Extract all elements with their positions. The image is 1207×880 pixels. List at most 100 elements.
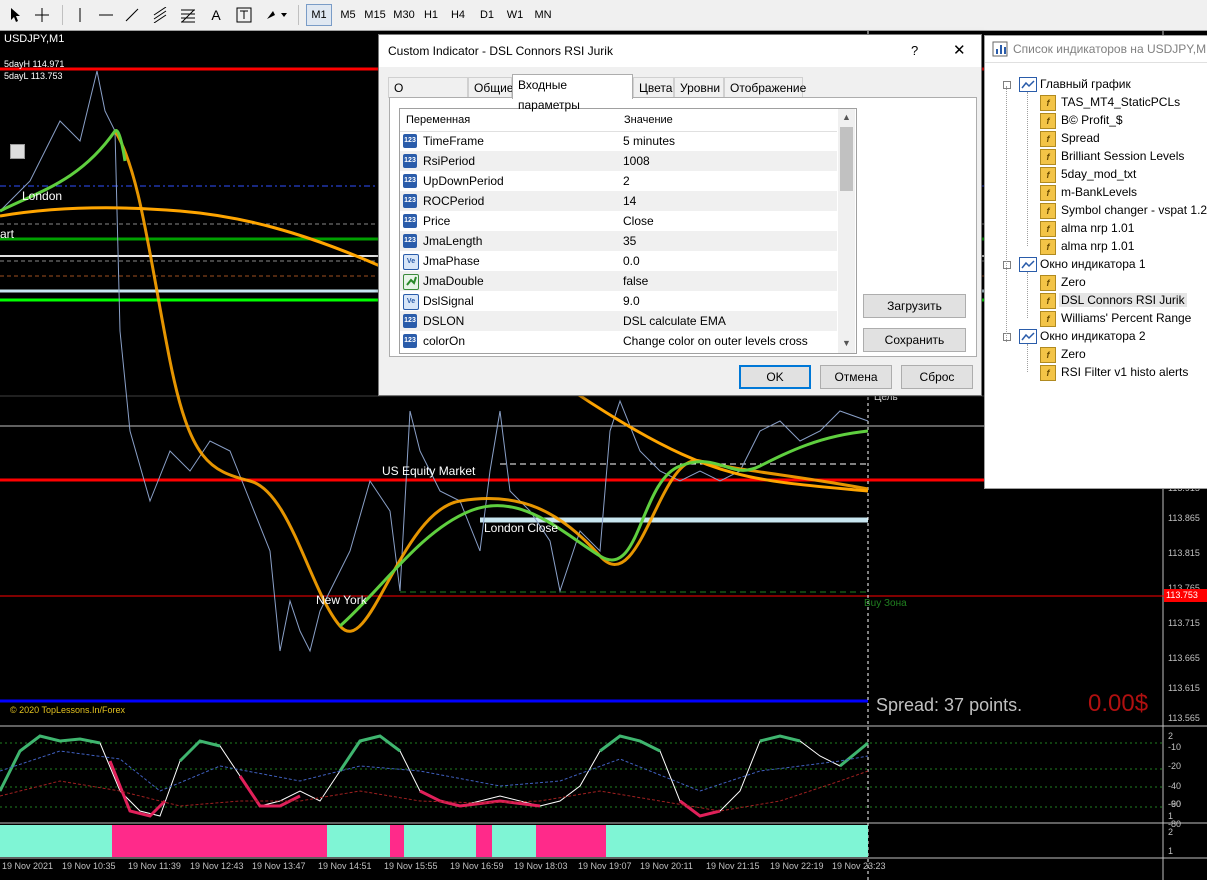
rsi-level-label: -10 [1168, 742, 1182, 752]
indicator-item[interactable]: Spread [1061, 131, 1100, 145]
timeframe-w1-button[interactable]: W1 [504, 5, 526, 25]
close-icon[interactable]: ✕ [953, 41, 966, 59]
param-row[interactable]: 123 ROCPeriod 14 [400, 191, 837, 212]
param-value[interactable]: 5 minutes [623, 134, 675, 148]
time-axis-label: 19 Nov 13:47 [252, 861, 306, 871]
indicator-item[interactable]: Zero [1061, 347, 1086, 361]
grid-scrollbar[interactable]: ▲ ▼ [838, 109, 855, 353]
param-row[interactable]: 123 DSLON DSL calculate EMA [400, 311, 837, 332]
tree-collapse-icon[interactable] [1003, 261, 1011, 269]
custom-indicator-icon: f [1040, 311, 1056, 327]
param-value[interactable]: 14 [623, 194, 636, 208]
time-axis-label: 19 Nov 10:35 [62, 861, 116, 871]
arrows-dropdown-icon[interactable] [262, 3, 292, 27]
timeframe-mn-button[interactable]: MN [531, 5, 555, 25]
fibonacci-icon[interactable] [176, 3, 200, 27]
indicator-group-label[interactable]: Окно индикатора 1 [1040, 257, 1146, 271]
scroll-down-icon[interactable]: ▼ [842, 338, 851, 348]
tab-0[interactable]: О программе [388, 77, 468, 115]
new-york-label: New York [316, 593, 367, 607]
time-axis-label: 19 Nov 12:43 [190, 861, 244, 871]
param-row[interactable]: JmaDouble false [400, 271, 837, 292]
timeframe-d1-button[interactable]: D1 [476, 5, 498, 25]
param-row[interactable]: 123 RsiPeriod 1008 [400, 151, 837, 172]
timeframe-m5-button[interactable]: M5 [336, 5, 360, 25]
time-axis-label: 19 Nov 19:07 [578, 861, 632, 871]
channel-icon[interactable] [148, 3, 172, 27]
tab-4[interactable]: Уровни [674, 77, 724, 98]
param-value[interactable]: false [623, 274, 648, 288]
text-label-icon[interactable] [232, 3, 256, 27]
tab-3[interactable]: Цвета [633, 77, 674, 98]
vertical-line-icon[interactable] [68, 3, 92, 27]
param-row[interactable]: 123 Price Close [400, 211, 837, 232]
param-value[interactable]: 0.0 [623, 254, 640, 268]
param-row[interactable]: Ve JmaPhase 0.0 [400, 251, 837, 272]
copyright-label: © 2020 TopLessons.In/Forex [10, 705, 126, 715]
horizontal-line-icon[interactable] [94, 3, 118, 27]
param-row[interactable]: 123 JmaLength 35 [400, 231, 837, 252]
time-axis-label: 19 Nov 11:39 [128, 861, 181, 871]
param-value[interactable]: Close [623, 214, 654, 228]
cursor-icon[interactable] [3, 3, 27, 27]
text-tool-label: A [211, 7, 221, 23]
cancel-button[interactable]: Отмена [820, 365, 892, 389]
symbol-changer-button[interactable] [10, 144, 25, 159]
indicator-item[interactable]: 5day_mod_txt [1061, 167, 1136, 181]
reset-button[interactable]: Сброс [901, 365, 973, 389]
text-tool-button[interactable]: A [204, 3, 228, 27]
indicator-item[interactable]: TAS_MT4_StaticPCLs [1061, 95, 1180, 109]
help-button[interactable]: ? [911, 43, 918, 58]
timeframe-m15-button[interactable]: M15 [362, 5, 388, 25]
indicator-item[interactable]: Williams' Percent Range [1061, 311, 1191, 325]
indicator-group-label[interactable]: Окно индикатора 2 [1040, 329, 1146, 343]
indicator-item[interactable]: RSI Filter v1 histo alerts [1061, 365, 1188, 379]
tree-collapse-icon[interactable] [1003, 81, 1011, 89]
crosshair-icon[interactable] [30, 3, 54, 27]
param-value[interactable]: 35 [623, 234, 636, 248]
us-equity-label: US Equity Market [382, 464, 476, 478]
param-row[interactable]: 123 colorOn Change color on outer levels c… [400, 331, 837, 352]
int-param-icon: 123 [403, 314, 417, 328]
param-value[interactable]: 2 [623, 174, 630, 188]
time-axis-label: 19 Nov 14:51 [318, 861, 372, 871]
tree-guide [1027, 272, 1028, 318]
tab-1[interactable]: Общие [468, 77, 513, 98]
param-value[interactable]: 9.0 [623, 294, 640, 308]
tree-collapse-icon[interactable] [1003, 333, 1011, 341]
custom-indicator-icon: f [1040, 221, 1056, 237]
indicator-item[interactable]: B© Profit_$ [1061, 113, 1123, 127]
indicator-item[interactable]: Zero [1061, 275, 1086, 289]
timeframe-m1-button[interactable]: M1 [306, 4, 332, 26]
timeframe-h4-button[interactable]: H4 [447, 5, 469, 25]
trendline-icon[interactable] [120, 3, 144, 27]
save-button[interactable]: Сохранить [863, 328, 966, 352]
param-value[interactable]: Change color on outer levels cross [623, 334, 808, 348]
param-value[interactable]: DSL calculate EMA [623, 314, 726, 328]
indicator-item[interactable]: alma nrp 1.01 [1061, 239, 1134, 253]
indicator-item[interactable]: m-BankLevels [1061, 185, 1137, 199]
param-name: DslSignal [423, 294, 474, 308]
tab-5[interactable]: Отображение [724, 77, 806, 98]
param-row[interactable]: 123 UpDownPeriod 2 [400, 171, 837, 192]
bool-param-icon [403, 274, 419, 290]
tab-2[interactable]: Входные параметры [512, 74, 633, 112]
indicator-group-label[interactable]: Главный график [1040, 77, 1131, 91]
scroll-thumb[interactable] [840, 127, 853, 191]
indicator-item[interactable]: alma nrp 1.01 [1061, 221, 1134, 235]
scroll-up-icon[interactable]: ▲ [842, 112, 851, 122]
param-row[interactable]: 123 TimeFrame 5 minutes [400, 131, 837, 152]
time-axis-label: 19 Nov 2021 [2, 861, 54, 871]
indicator-item[interactable]: Brilliant Session Levels [1061, 149, 1184, 163]
param-value[interactable]: 1008 [623, 154, 650, 168]
timeframe-m30-button[interactable]: M30 [391, 5, 417, 25]
timeframe-h1-button[interactable]: H1 [420, 5, 442, 25]
int-param-icon: 123 [403, 174, 417, 188]
load-button[interactable]: Загрузить [863, 294, 966, 318]
ok-button[interactable]: OK [739, 365, 811, 389]
indicator-item[interactable]: DSL Connors RSI Jurik [1059, 293, 1187, 307]
spread-label: Spread: 37 points. [876, 695, 1023, 715]
indicator-item[interactable]: Symbol changer - vspat 1.2.3 [1061, 203, 1207, 217]
profit-label: 0.00$ [1088, 690, 1149, 717]
param-row[interactable]: Ve DslSignal 9.0 [400, 291, 837, 312]
